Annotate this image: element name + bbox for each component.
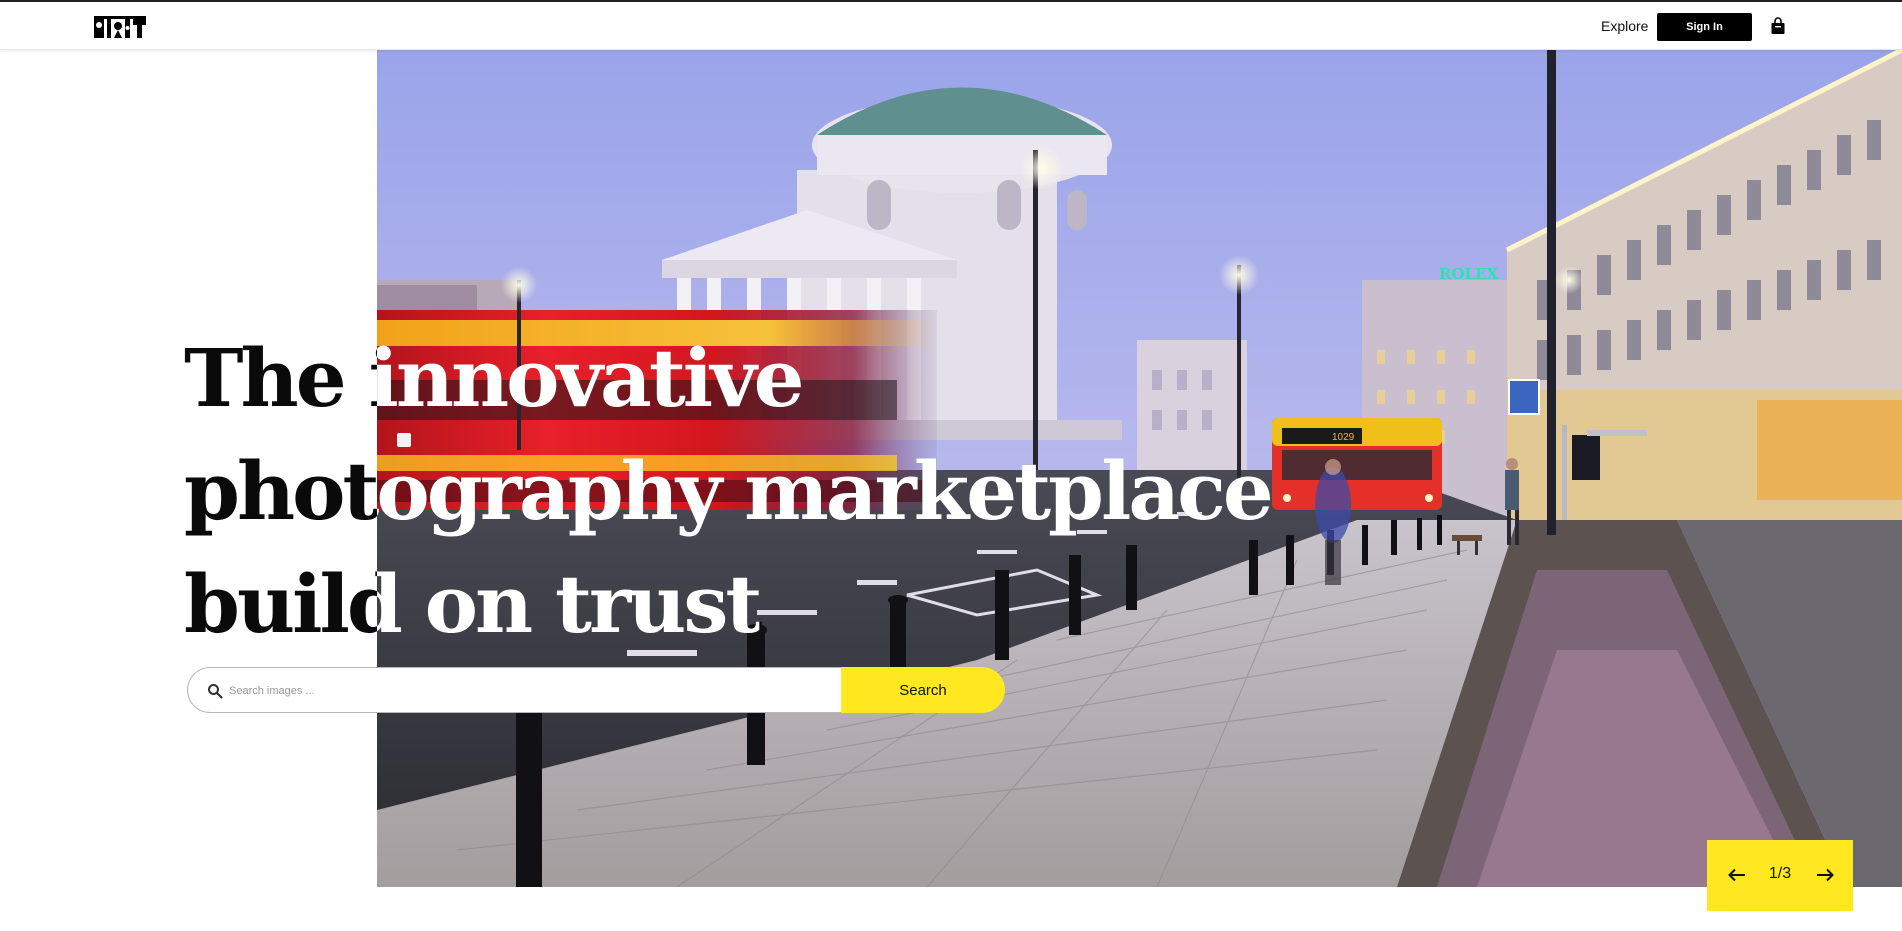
hero-photo: ROLEX 1029 (377, 50, 1902, 887)
arrow-right-icon[interactable] (1814, 863, 1836, 887)
slide-counter: 1/3 (1768, 865, 1792, 882)
site-header: Explore Sign In (0, 2, 1902, 50)
search-bar: Search (187, 667, 1005, 713)
arrow-left-icon[interactable] (1726, 863, 1748, 887)
bus-number: 1029 (1332, 432, 1355, 443)
shopping-bag-icon[interactable] (1770, 17, 1786, 35)
search-field[interactable] (187, 667, 847, 713)
search-icon (208, 684, 223, 699)
search-button[interactable]: Search (841, 667, 1005, 713)
logo[interactable] (94, 16, 146, 38)
rolex-sign: ROLEX (1439, 265, 1499, 283)
search-input[interactable] (229, 678, 829, 704)
sign-in-button[interactable]: Sign In (1657, 13, 1752, 41)
nav-explore-link[interactable]: Explore (1601, 18, 1648, 34)
slider-controls: 1/3 (1707, 840, 1853, 911)
